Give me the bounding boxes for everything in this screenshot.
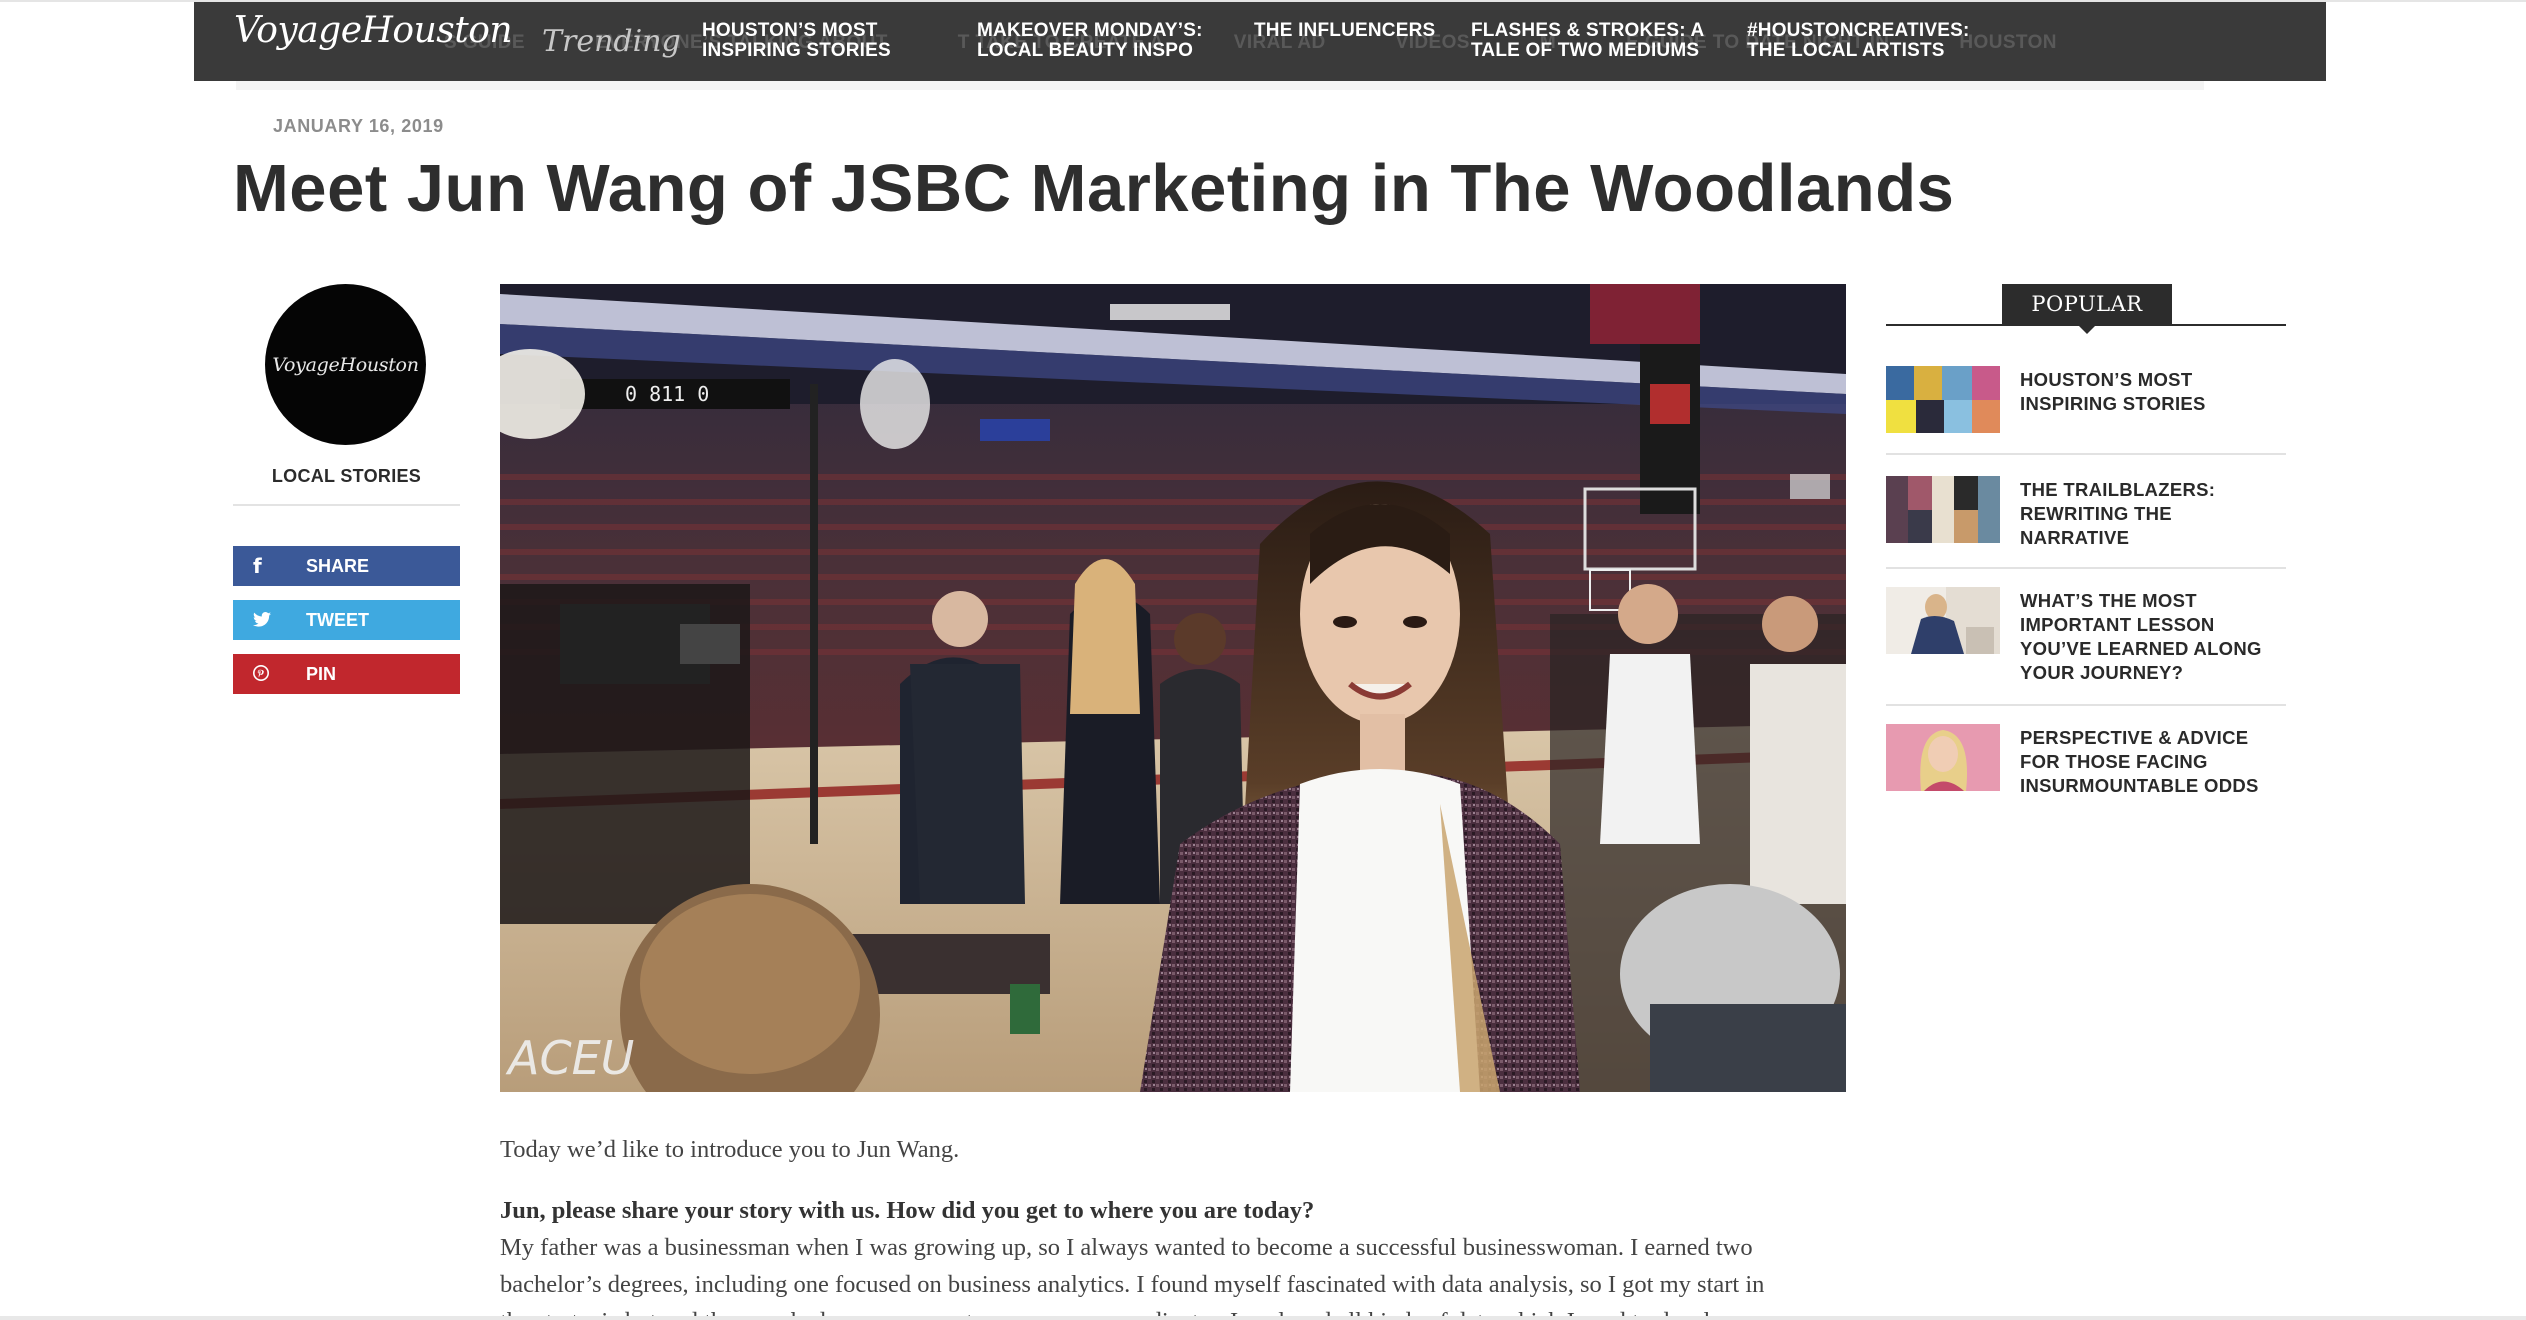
category-link[interactable]: LOCAL STORIES xyxy=(233,466,460,487)
popular-heading: POPULAR xyxy=(2002,284,2172,324)
pin-button-label: PIN xyxy=(306,663,337,684)
popular-item-thumbnail[interactable] xyxy=(1886,724,2000,791)
camera-overlay-text: ACEU xyxy=(505,1031,634,1085)
article-title: Meet Jun Wang of JSBC Marketing in The W… xyxy=(233,151,1955,226)
popular-item-thumbnail[interactable] xyxy=(1886,587,2000,654)
scoreboard-text: 0 811 0 xyxy=(625,382,709,406)
interview-question: Jun, please share your story with us. Ho… xyxy=(500,1197,1315,1224)
trending-label: Trending xyxy=(542,24,681,59)
tweet-button[interactable]: TWEET xyxy=(233,600,460,640)
article-date: JANUARY 16, 2019 xyxy=(273,116,444,136)
top-navigation-bar: S GUIDE EVERYONE’S TALKING ABOUT T TAKE TO… xyxy=(194,2,2326,81)
popular-item-title[interactable]: THE TRAILBLAZERS: REWRITING THE NARRATIV… xyxy=(2020,478,2286,550)
popular-item-title[interactable]: HOUSTON’S MOST INSPIRING STORIES xyxy=(2020,368,2286,416)
divider xyxy=(1886,567,2286,569)
popular-item-thumbnail[interactable] xyxy=(1886,476,2000,543)
author-avatar[interactable]: VoyageHouston xyxy=(265,284,426,445)
site-logo[interactable]: VoyageHouston xyxy=(234,10,513,51)
popular-item-title[interactable]: WHAT’S THE MOST IMPORTANT LESSON YOU’VE … xyxy=(2020,589,2286,685)
popular-item-thumbnail[interactable] xyxy=(1886,366,2000,433)
divider xyxy=(1886,704,2286,706)
avatar-logo-text: VoyageHouston xyxy=(272,353,419,376)
nav-link-flashes-strokes[interactable]: FLASHES & STROKES: A TALE OF TWO MEDIUMS xyxy=(1471,21,1704,61)
share-button[interactable]: f SHARE xyxy=(233,546,460,586)
tweet-button-label: TWEET xyxy=(306,609,369,630)
pin-button[interactable]: PIN xyxy=(233,654,460,694)
bottom-border xyxy=(0,1316,2526,1320)
twitter-icon xyxy=(233,608,306,632)
article-intro: Today we’d like to introduce you to Jun … xyxy=(500,1136,960,1163)
nav-link-influencers[interactable]: THE INFLUENCERS xyxy=(1254,21,1435,41)
article-hero-photo: 0 811 0 ACEU xyxy=(500,284,1846,1092)
share-button-label: SHARE xyxy=(306,555,370,576)
nav-link-houston-creatives[interactable]: #HOUSTONCREATIVES: THE LOCAL ARTISTS xyxy=(1747,21,1969,61)
nav-shadow-bar xyxy=(236,81,2204,90)
pinterest-icon xyxy=(233,662,306,686)
nav-link-makeover-monday[interactable]: MAKEOVER MONDAY’S: LOCAL BEAUTY INSPO xyxy=(977,21,1203,61)
popular-heading-arrow xyxy=(2077,324,2097,334)
facebook-icon: f xyxy=(253,554,262,578)
interview-answer-line-1: My father was a businessman when I was g… xyxy=(500,1234,1753,1261)
divider xyxy=(233,504,460,506)
nav-link-inspiring-stories[interactable]: HOUSTON’S MOST INSPIRING STORIES xyxy=(702,21,891,61)
popular-item-title[interactable]: PERSPECTIVE & ADVICE FOR THOSE FACING IN… xyxy=(2020,726,2286,798)
interview-answer-line-2: bachelor’s degrees, including one focuse… xyxy=(500,1271,1765,1298)
divider xyxy=(1886,453,2286,455)
